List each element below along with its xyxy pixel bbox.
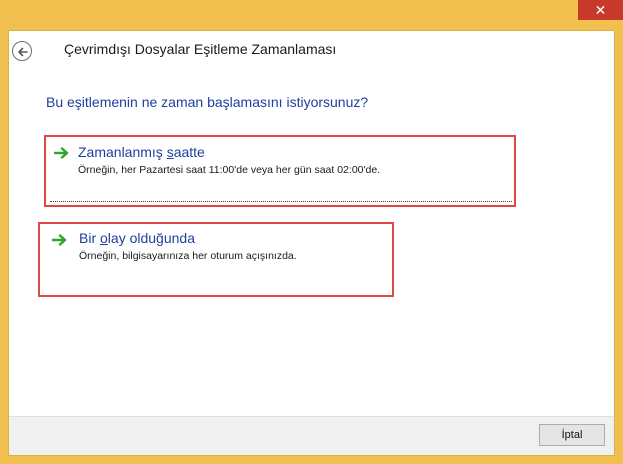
wizard-footer: İptal xyxy=(9,416,614,455)
green-arrow-icon xyxy=(54,147,69,159)
wizard-window: ✕ Çevrimdışı Dosyalar Eşitleme Zamanlama… xyxy=(0,0,623,464)
back-arrow-icon xyxy=(18,47,28,57)
option-title: Bir olay olduğunda xyxy=(79,230,195,246)
back-button[interactable] xyxy=(12,41,32,61)
focus-dotted-line xyxy=(50,201,512,202)
question-heading: Bu eşitlemenin ne zaman başlamasını isti… xyxy=(46,94,369,110)
option-title: Zamanlanmış saatte xyxy=(78,144,205,160)
close-icon: ✕ xyxy=(594,2,607,18)
cancel-button[interactable]: İptal xyxy=(539,424,605,446)
close-button[interactable]: ✕ xyxy=(578,0,623,20)
wizard-header: Çevrimdışı Dosyalar Eşitleme Zamanlaması xyxy=(9,31,614,72)
wizard-content: Çevrimdışı Dosyalar Eşitleme Zamanlaması… xyxy=(8,30,615,456)
title-bar: ✕ xyxy=(0,0,623,30)
option-scheduled-time[interactable]: Zamanlanmış saatte Örneğin, her Pazartes… xyxy=(44,135,516,207)
wizard-title: Çevrimdışı Dosyalar Eşitleme Zamanlaması xyxy=(64,41,337,57)
option-description: Örneğin, bilgisayarınıza her oturum açış… xyxy=(79,250,297,262)
option-description: Örneğin, her Pazartesi saat 11:00'de vey… xyxy=(78,164,381,176)
option-on-event[interactable]: Bir olay olduğunda Örneğin, bilgisayarın… xyxy=(38,222,394,297)
green-arrow-icon xyxy=(52,234,67,246)
